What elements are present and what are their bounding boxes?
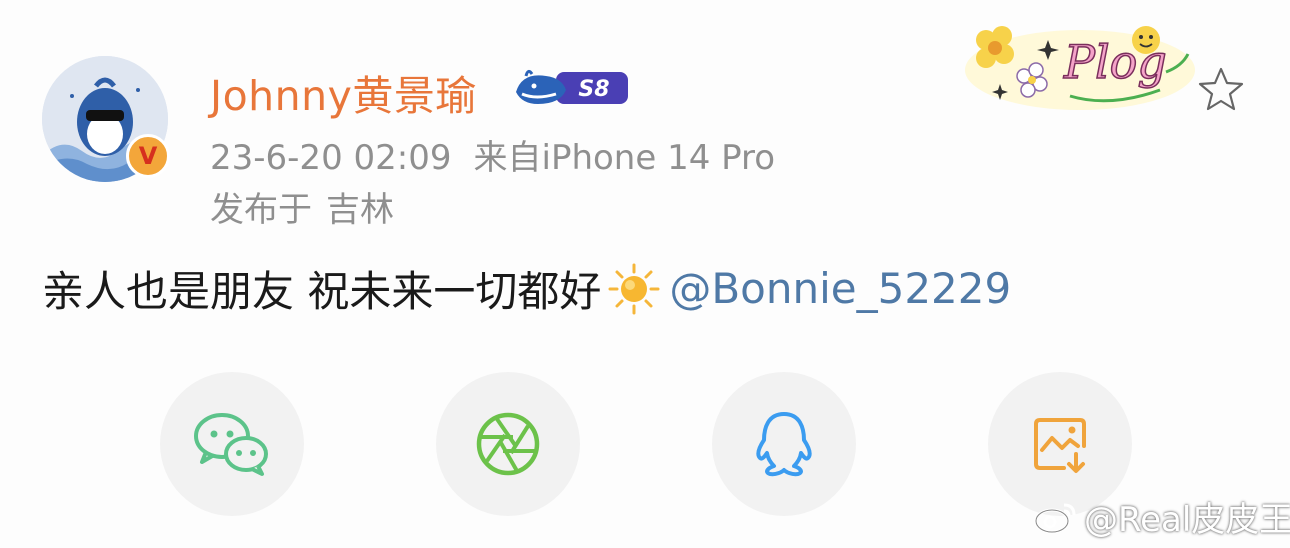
save-image-icon [1034,418,1086,473]
share-wechat-button[interactable] [160,372,304,516]
location-name[interactable]: 吉林 [326,190,394,230]
mention-link[interactable]: @Bonnie_52229 [669,264,1011,313]
watermark: @Real皮皮王 [1034,492,1290,541]
favorite-star-icon[interactable] [1196,64,1246,114]
qq-icon [756,412,812,477]
share-moments-button[interactable] [436,372,580,516]
post-content: 亲人也是朋友 祝未来一切都好 @Bonnie_52229 [42,258,1011,319]
weibo-logo-icon [1034,503,1076,533]
location-prefix: 发布于 [210,190,312,230]
sun-emoji-icon [607,262,661,316]
share-qq-button[interactable] [712,372,856,516]
watermark-text: @Real皮皮王 [1084,500,1290,540]
level-badge-text: S8 [578,77,609,102]
plog-sticker: Plog [960,10,1196,116]
timestamp: 23-6-20 02:09 [210,138,452,178]
moments-icon [476,412,540,476]
flower-icon [976,26,1014,68]
post-meta: 23-6-20 02:09 来自iPhone 14 Pro [210,130,775,179]
post-text: 亲人也是朋友 祝未来一切都好 [42,267,602,316]
post-source[interactable]: 来自iPhone 14 Pro [474,138,776,178]
post-location: 发布于 吉林 [210,182,394,231]
wechat-icon [194,413,268,476]
verified-badge: V [126,134,170,178]
username[interactable]: Johnny黄景瑜 [210,62,477,122]
level-badge[interactable]: S8 [512,64,632,110]
